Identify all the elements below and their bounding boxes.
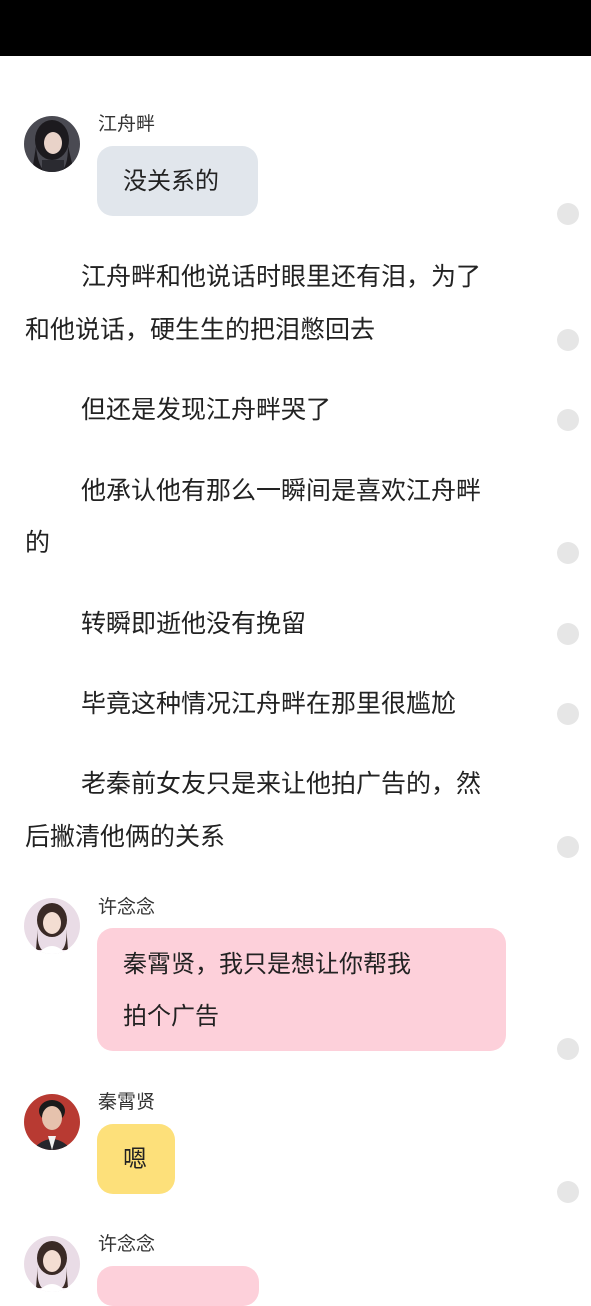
paragraph-line: 但还是发现江舟畔哭了 [81, 395, 332, 424]
comment-dot-icon[interactable] [557, 703, 579, 725]
paragraph-line: 的 [25, 528, 51, 557]
avatar-xunianian[interactable] [24, 898, 80, 954]
message-text: 拍个广告 [123, 1002, 219, 1030]
message-bubble[interactable]: 没关系的 [97, 146, 258, 216]
comment-dot-icon[interactable] [557, 409, 579, 431]
paragraph-line: 转瞬即逝他没有挽留 [81, 609, 307, 638]
comment-dot-icon[interactable] [557, 836, 579, 858]
comment-dot-icon[interactable] [557, 329, 579, 351]
speaker-name: 秦霄贤 [98, 1091, 156, 1113]
message-bubble[interactable]: 嗯 [97, 1124, 175, 1194]
paragraph-line: 老秦前女友只是来让他拍广告的，然 [81, 769, 482, 798]
speaker-name: 许念念 [98, 896, 156, 918]
comment-dot-icon[interactable] [557, 1038, 579, 1060]
speaker-name: 江舟畔 [98, 113, 156, 135]
paragraph-line: 和他说话，硬生生的把泪憋回去 [25, 315, 376, 344]
avatar-qinxiaoxian[interactable] [24, 1094, 80, 1150]
message-text: 秦霄贤，我只是想让你帮我 [123, 950, 411, 978]
comment-dot-icon[interactable] [557, 203, 579, 225]
comment-dot-icon[interactable] [557, 1181, 579, 1203]
message-text: 没关系的 [123, 167, 219, 195]
speaker-name: 许念念 [98, 1233, 156, 1255]
paragraph-line: 他承认他有那么一瞬间是喜欢江舟畔 [81, 476, 482, 505]
paragraph-line: 后撇清他俩的关系 [25, 822, 226, 851]
avatar-xunianian[interactable] [24, 1236, 80, 1292]
message-text: 嗯 [123, 1145, 147, 1173]
message-bubble[interactable]: 秦霄贤，我只是想让你帮我 拍个广告 [97, 928, 506, 1051]
comment-dot-icon[interactable] [557, 623, 579, 645]
avatar-jiangzhoupan[interactable] [24, 116, 80, 172]
paragraph-line: 江舟畔和他说话时眼里还有泪，为了 [81, 262, 482, 291]
status-bar [0, 0, 591, 56]
message-bubble[interactable] [97, 1266, 259, 1306]
comment-dot-icon[interactable] [557, 542, 579, 564]
paragraph-line: 毕竟这种情况江舟畔在那里很尴尬 [81, 689, 457, 718]
